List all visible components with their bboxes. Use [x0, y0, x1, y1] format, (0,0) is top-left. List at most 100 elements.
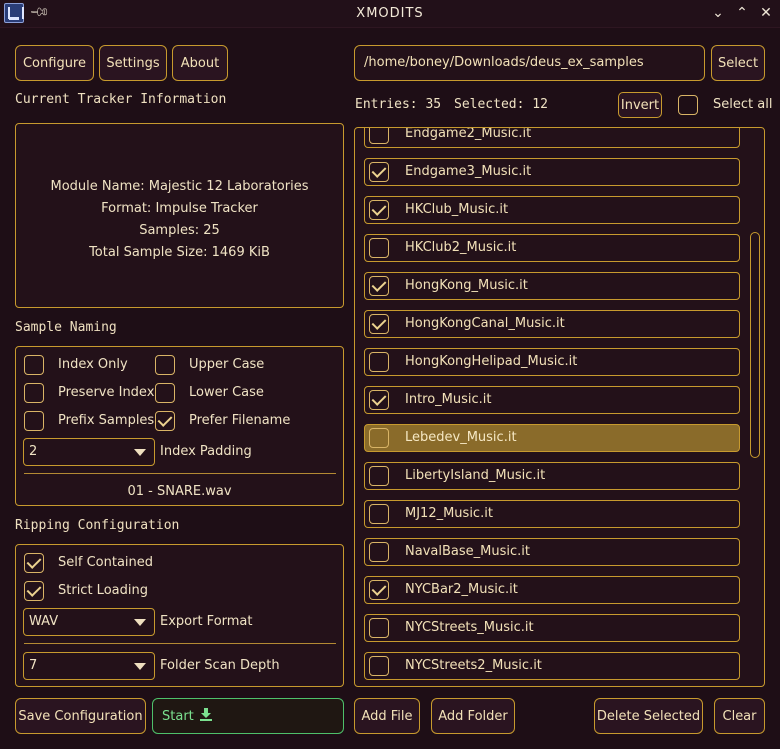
file-list-item[interactable]: HongKongHelipad_Music.it — [364, 348, 740, 376]
window-title: XMODITS — [356, 6, 424, 21]
selected-count: Selected: 12 — [454, 97, 548, 112]
file-checkbox[interactable] — [369, 656, 389, 676]
file-list-item[interactable]: HKClub2_Music.it — [364, 234, 740, 262]
select-all-checkbox[interactable] — [678, 95, 698, 115]
strict-loading-label: Strict Loading — [58, 583, 148, 598]
file-checkbox[interactable] — [369, 238, 389, 258]
settings-button[interactable]: Settings — [99, 45, 167, 81]
file-name: NavalBase_Music.it — [405, 544, 530, 559]
file-list-item[interactable]: MJ12_Music.it — [364, 500, 740, 528]
folder-scan-depth-select[interactable]: 7 — [23, 652, 155, 680]
scrollbar[interactable] — [750, 232, 760, 458]
self-contained-checkbox[interactable] — [24, 553, 44, 573]
prefer-filename-checkbox[interactable] — [155, 411, 175, 431]
preserve-index-checkbox[interactable] — [24, 383, 44, 403]
delete-selected-button[interactable]: Delete Selected — [594, 698, 703, 734]
select-all-label: Select all — [713, 97, 773, 112]
index-only-label: Index Only — [58, 357, 128, 372]
prefer-filename-label: Prefer Filename — [189, 413, 291, 428]
tracker-info-panel: Module Name: Majestic 12 Laboratories Fo… — [15, 123, 344, 308]
export-format-select[interactable]: WAV — [23, 608, 155, 636]
index-padding-label: Index Padding — [160, 444, 252, 459]
file-checkbox[interactable] — [369, 128, 389, 144]
file-name: Endgame3_Music.it — [405, 164, 532, 179]
file-list-item[interactable]: Lebedev_Music.it — [364, 424, 740, 452]
start-label: Start — [162, 708, 194, 724]
self-contained-label: Self Contained — [58, 555, 154, 570]
sample-naming-heading: Sample Naming — [15, 320, 117, 335]
file-list-item[interactable]: LibertyIsland_Music.it — [364, 462, 740, 490]
lower-case-checkbox[interactable] — [155, 383, 175, 403]
sample-naming-panel: Index Only Upper Case Preserve Index Low… — [15, 346, 344, 506]
file-name: HKClub2_Music.it — [405, 240, 517, 255]
file-list-item[interactable]: HongKong_Music.it — [364, 272, 740, 300]
tracker-info-heading: Current Tracker Information — [15, 92, 227, 107]
file-name: NYCBar2_Music.it — [405, 582, 518, 597]
file-name: HongKong_Music.it — [405, 278, 528, 293]
index-padding-select[interactable]: 2 — [23, 438, 155, 466]
export-format-label: Export Format — [160, 614, 253, 629]
file-list-item[interactable]: NYCStreets_Music.it — [364, 614, 740, 642]
file-list-item[interactable]: HongKongCanal_Music.it — [364, 310, 740, 338]
module-name: Module Name: Majestic 12 Laboratories — [50, 179, 309, 194]
divider — [24, 473, 336, 474]
ripping-config-panel: Self Contained Strict Loading WAV Export… — [15, 544, 344, 687]
start-button[interactable]: Start — [152, 698, 344, 734]
download-icon — [199, 707, 212, 725]
preserve-index-label: Preserve Index — [58, 385, 155, 400]
lower-case-label: Lower Case — [189, 385, 264, 400]
destination-path-input[interactable]: /home/boney/Downloads/deus_ex_samples — [354, 45, 705, 81]
folder-scan-depth-value: 7 — [29, 658, 38, 673]
file-list-item[interactable]: Endgame3_Music.it — [364, 158, 740, 186]
file-name: LibertyIsland_Music.it — [405, 468, 546, 483]
file-list-item[interactable]: NavalBase_Music.it — [364, 538, 740, 566]
file-list[interactable]: Endgame2_Music.it Endgame3_Music.it HKClub… — [354, 127, 765, 687]
file-name: MJ12_Music.it — [405, 506, 493, 521]
file-checkbox[interactable] — [369, 580, 389, 600]
file-list-item[interactable]: HKClub_Music.it — [364, 196, 740, 224]
add-folder-button[interactable]: Add Folder — [431, 698, 515, 734]
file-checkbox[interactable] — [369, 276, 389, 296]
close-icon[interactable]: ✕ — [757, 4, 775, 22]
strict-loading-checkbox[interactable] — [24, 581, 44, 601]
prefix-samples-checkbox[interactable] — [24, 411, 44, 431]
file-list-item[interactable]: NYCStreets2_Music.it — [364, 652, 740, 680]
export-format-value: WAV — [29, 614, 59, 629]
file-checkbox[interactable] — [369, 542, 389, 562]
file-list-item[interactable]: NYCBar2_Music.it — [364, 576, 740, 604]
index-padding-value: 2 — [29, 444, 38, 459]
invert-button[interactable]: Invert — [618, 92, 662, 118]
index-only-checkbox[interactable] — [24, 355, 44, 375]
file-name: Lebedev_Music.it — [405, 430, 517, 445]
title-bar: 📌︎ XMODITS ⌄ ⌃ ✕ — [0, 0, 780, 28]
file-checkbox[interactable] — [369, 314, 389, 334]
file-checkbox[interactable] — [369, 428, 389, 448]
divider — [24, 643, 336, 644]
select-button[interactable]: Select — [711, 45, 765, 81]
sample-count: Samples: 25 — [139, 223, 220, 238]
file-checkbox[interactable] — [369, 352, 389, 372]
naming-preview: 01 - SNARE.wav — [127, 484, 232, 499]
file-checkbox[interactable] — [369, 162, 389, 182]
maximize-icon[interactable]: ⌃ — [733, 4, 751, 22]
chevron-down-icon — [134, 619, 146, 626]
configure-button[interactable]: Configure — [15, 45, 94, 81]
file-checkbox[interactable] — [369, 504, 389, 524]
upper-case-label: Upper Case — [189, 357, 265, 372]
ripping-config-heading: Ripping Configuration — [15, 518, 180, 533]
add-file-button[interactable]: Add File — [354, 698, 420, 734]
clear-button[interactable]: Clear — [714, 698, 765, 734]
save-configuration-button[interactable]: Save Configuration — [15, 698, 146, 734]
minimize-icon[interactable]: ⌄ — [709, 4, 727, 22]
file-list-item[interactable]: Intro_Music.it — [364, 386, 740, 414]
entries-count: Entries: 35 — [355, 97, 442, 112]
upper-case-checkbox[interactable] — [155, 355, 175, 375]
total-sample-size: Total Sample Size: 1469 KiB — [89, 245, 270, 260]
file-checkbox[interactable] — [369, 200, 389, 220]
file-checkbox[interactable] — [369, 390, 389, 410]
chevron-down-icon — [134, 663, 146, 670]
file-checkbox[interactable] — [369, 466, 389, 486]
file-list-item[interactable]: Endgame2_Music.it — [364, 128, 740, 148]
about-button[interactable]: About — [172, 45, 228, 81]
file-checkbox[interactable] — [369, 618, 389, 638]
